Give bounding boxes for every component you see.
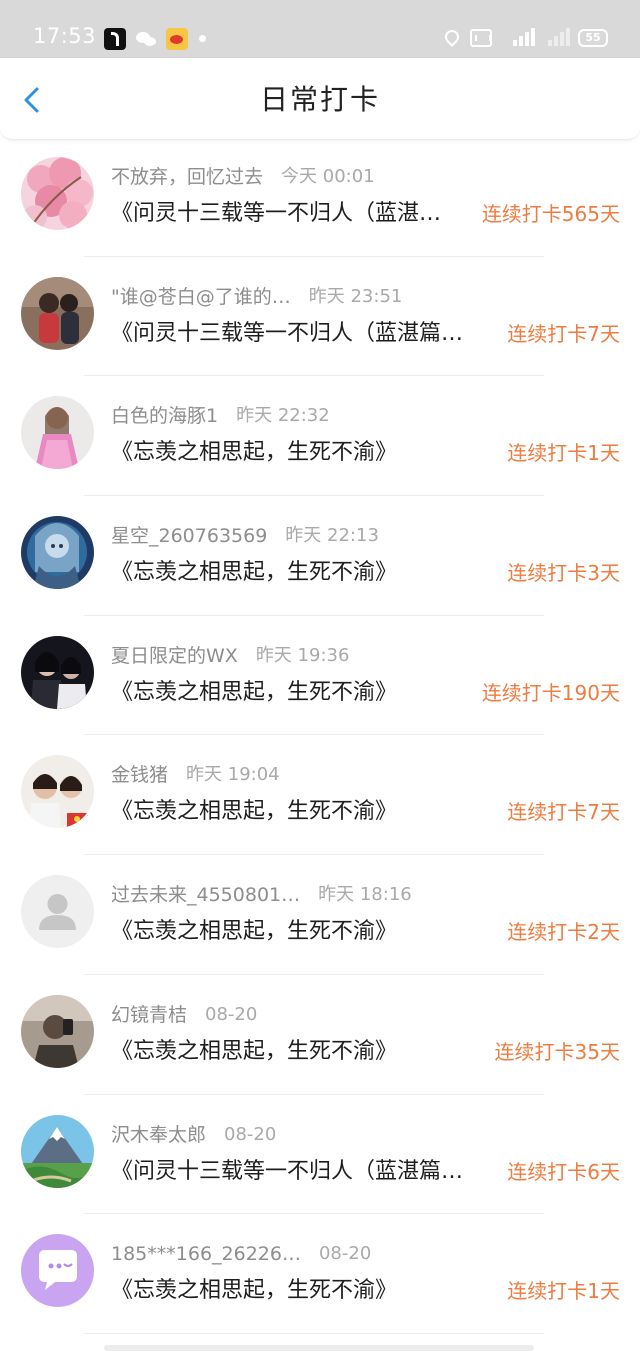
checkin-time: 昨天 22:32 (236, 405, 330, 427)
avatar[interactable] (21, 875, 94, 949)
book-title[interactable]: 《忘羡之相思起，生死不渝》 (111, 438, 495, 468)
avatar[interactable] (21, 396, 94, 470)
wechat-icon (136, 28, 158, 50)
avatar[interactable] (21, 755, 94, 829)
avatar[interactable] (21, 157, 94, 230)
book-title[interactable]: 《忘羡之相思起，生死不渝》 (111, 1276, 495, 1306)
checkin-time: 昨天 19:04 (186, 764, 280, 786)
user-meta: 金钱猪 昨天 19:04 (111, 763, 280, 787)
username[interactable]: 夏日限定的WX (111, 644, 238, 668)
checkin-row[interactable]: 幻镜青桔 08-20 《忘羡之相思起，生死不渝》 连续打卡35天 (0, 975, 640, 1095)
signal-4g-icon (499, 28, 535, 46)
notification-dot (199, 35, 206, 42)
avatar[interactable] (21, 1114, 94, 1188)
checkin-row[interactable]: "谁@苍白@了谁的… 昨天 23:51 《问灵十三载等一不归人（蓝湛篇… 连续打卡7天 (0, 257, 640, 377)
avatar[interactable] (21, 994, 94, 1068)
checkin-row[interactable]: 沢木奉太郎 08-20 《问灵十三载等一不归人（蓝湛篇… 连续打卡6天 (0, 1095, 640, 1215)
avatar[interactable] (21, 276, 94, 350)
username[interactable]: 过去未来_4550801… (111, 883, 300, 907)
checkin-row[interactable]: 过去未来_4550801… 昨天 18:16 《忘羡之相思起，生死不渝》 连续打卡2天 (0, 855, 640, 975)
checkin-time: 08-20 (224, 1123, 277, 1145)
username[interactable]: 幻镜青桔 (111, 1003, 187, 1027)
user-meta: 夏日限定的WX 昨天 19:36 (111, 644, 349, 668)
checkin-time: 昨天 19:36 (255, 644, 350, 666)
checkin-row[interactable]: 夏日限定的WX 昨天 19:36 《忘羡之相思起，生死不渝》 连续打卡190天 (0, 616, 640, 736)
streak-label: 连续打卡1天 (507, 1279, 620, 1304)
checkin-time: 08-20 (205, 1003, 258, 1025)
checkin-time: 昨天 22:13 (285, 525, 379, 547)
user-meta: 不放弃，回忆过去 今天 00:01 (111, 165, 375, 189)
streak-label: 连续打卡35天 (494, 1039, 620, 1064)
book-title[interactable]: 《问灵十三载等一不归人（蓝湛篇… (111, 319, 495, 349)
book-title[interactable]: 《忘羡之相思起，生死不渝》 (111, 917, 495, 947)
user-meta: 白色的海豚1 昨天 22:32 (111, 404, 330, 428)
username[interactable]: 白色的海豚1 (111, 404, 218, 428)
book-title[interactable]: 《忘羡之相思起，生死不渝》 (111, 1037, 495, 1067)
checkin-row[interactable]: 185***166_26226… 08-20 《忘羡之相思起，生死不渝》 连续打卡1天 (0, 1214, 640, 1334)
user-meta: 185***166_26226… 08-20 (111, 1242, 371, 1266)
username[interactable]: "谁@苍白@了谁的… (111, 285, 291, 309)
avatar[interactable] (21, 516, 94, 590)
streak-label: 连续打卡190天 (481, 680, 620, 705)
username[interactable]: 金钱猪 (111, 763, 168, 787)
streak-label: 连续打卡1天 (507, 441, 620, 466)
checkin-row[interactable]: 不放弃，回忆过去 今天 00:01 《问灵十三载等一不归人（蓝湛… 连续打卡565天 (0, 137, 640, 257)
avatar[interactable] (21, 1234, 94, 1308)
user-meta: "谁@苍白@了谁的… 昨天 23:51 (111, 285, 402, 309)
checkin-list: 不放弃，回忆过去 今天 00:01 《问灵十三载等一不归人（蓝湛… 连续打卡565天 "… (0, 137, 640, 1334)
page-title: 日常打卡 (259, 83, 380, 116)
row-divider (84, 1332, 544, 1334)
username[interactable]: 星空_260763569 (111, 524, 267, 548)
bottom-scroll-indicator (104, 1345, 534, 1351)
username[interactable]: 不放弃，回忆过去 (111, 165, 263, 189)
signal-icon (540, 28, 576, 46)
book-title[interactable]: 《问灵十三载等一不归人（蓝湛… (111, 199, 495, 229)
checkin-time: 昨天 23:51 (308, 285, 403, 307)
checkin-row[interactable]: 白色的海豚1 昨天 22:32 《忘羡之相思起，生死不渝》 连续打卡1天 (0, 376, 640, 497)
user-meta: 星空_260763569 昨天 22:13 (111, 524, 379, 548)
battery-level: 55 (585, 31, 601, 44)
status-bar: 17:53 55 (0, 0, 640, 58)
username[interactable]: 185***166_26226… (111, 1242, 301, 1266)
user-meta: 幻镜青桔 08-20 (111, 1003, 257, 1027)
streak-label: 连续打卡6天 (507, 1159, 620, 1184)
hd-icon (470, 29, 492, 47)
streak-label: 连续打卡2天 (507, 920, 620, 945)
book-title[interactable]: 《问灵十三载等一不归人（蓝湛篇… (111, 1157, 495, 1187)
book-title[interactable]: 《忘羡之相思起，生死不渝》 (111, 797, 495, 827)
user-meta: 过去未来_4550801… 昨天 18:16 (111, 883, 412, 907)
user-meta: 沢木奉太郎 08-20 (111, 1123, 276, 1147)
checkin-row[interactable]: 金钱猪 昨天 19:04 《忘羡之相思起，生死不渝》 连续打卡7天 (0, 735, 640, 856)
checkin-time: 今天 00:01 (281, 166, 375, 187)
book-title[interactable]: 《忘羡之相思起，生死不渝》 (111, 558, 495, 588)
tiktok-icon (104, 28, 126, 50)
status-time: 17:53 (33, 24, 97, 48)
location-icon (442, 27, 462, 47)
book-title[interactable]: 《忘羡之相思起，生死不渝》 (111, 678, 495, 708)
checkin-time: 昨天 18:16 (318, 884, 412, 906)
avatar[interactable] (21, 635, 94, 709)
streak-label: 连续打卡3天 (507, 561, 620, 586)
checkin-row[interactable]: 星空_260763569 昨天 22:13 《忘羡之相思起，生死不渝》 连续打卡3天 (0, 496, 640, 616)
weibo-icon (166, 28, 188, 50)
app-header: 日常打卡 (0, 58, 640, 140)
battery-icon: 55 (578, 29, 608, 47)
streak-label: 连续打卡7天 (507, 800, 620, 825)
streak-label: 连续打卡7天 (507, 321, 620, 346)
username[interactable]: 沢木奉太郎 (111, 1123, 206, 1147)
checkin-time: 08-20 (318, 1243, 372, 1265)
streak-label: 连续打卡565天 (481, 202, 620, 226)
